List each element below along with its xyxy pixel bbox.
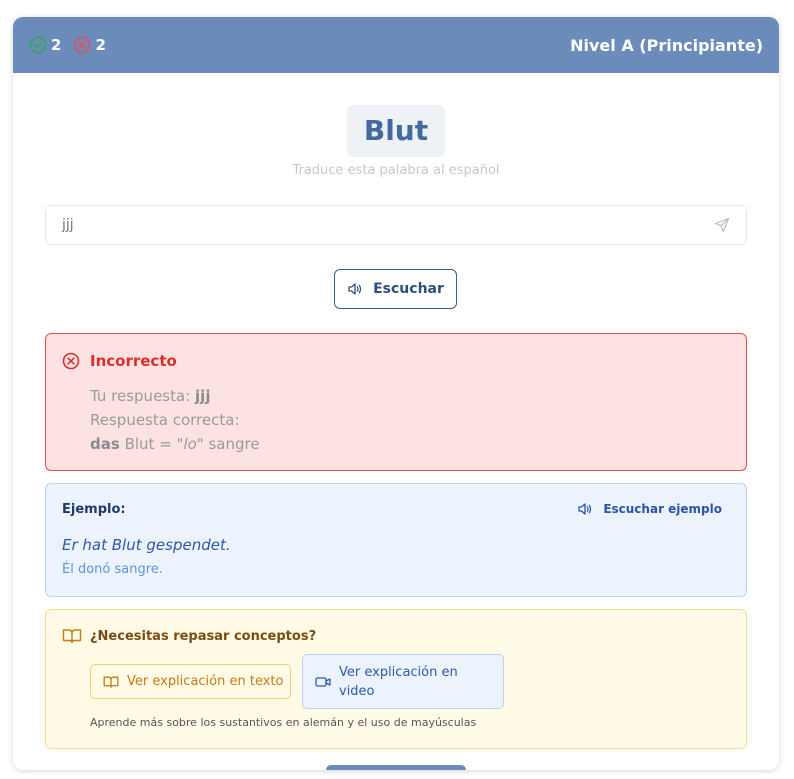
x-circle-icon bbox=[73, 36, 91, 54]
correct-count: 2 bbox=[51, 36, 62, 54]
your-answer-label: Tu respuesta: bbox=[90, 387, 191, 405]
feedback-title-text: Incorrecto bbox=[90, 352, 177, 370]
video-explanation-label: Ver explicación en video bbox=[339, 664, 458, 699]
feedback-title: Incorrecto bbox=[62, 352, 177, 370]
translation: sangre bbox=[208, 435, 260, 453]
x-circle-icon bbox=[62, 352, 80, 370]
example-translation: Él donó sangre. bbox=[62, 562, 163, 577]
speaker-icon bbox=[347, 282, 363, 296]
next-button[interactable] bbox=[326, 765, 466, 770]
level-label: Nivel A (Principiante) bbox=[570, 35, 763, 55]
review-title-text: ¿Necesitas repasar conceptos? bbox=[90, 628, 317, 644]
example-label: Ejemplo: bbox=[62, 502, 126, 517]
target-word: Blut bbox=[346, 105, 446, 157]
answer-value[interactable]: jjj bbox=[62, 217, 714, 233]
exercise-card: 2 2 Nivel A (Principiante) Blut Traduce … bbox=[13, 17, 779, 770]
your-answer-line: Tu respuesta: jjj bbox=[90, 384, 260, 408]
gender-hint: "lo" bbox=[176, 435, 204, 453]
text-explanation-label: Ver explicación en texto bbox=[127, 674, 284, 689]
example-panel: Ejemplo: Escuchar ejemplo Er hat Blut ge… bbox=[45, 483, 747, 597]
listen-example-button[interactable]: Escuchar ejemplo bbox=[577, 502, 722, 516]
feedback-panel: Incorrecto Tu respuesta: jjj Respuesta c… bbox=[45, 333, 747, 471]
book-icon bbox=[62, 628, 82, 644]
example-sentence: Er hat Blut gespendet. bbox=[62, 536, 231, 554]
correct-answer-label: Respuesta correcta: bbox=[90, 411, 240, 429]
video-icon bbox=[315, 676, 331, 688]
wrong-count: 2 bbox=[95, 36, 106, 54]
word-container: Blut bbox=[13, 105, 779, 157]
your-answer-value: jjj bbox=[195, 387, 211, 405]
instruction-text: Traduce esta palabra al español bbox=[292, 163, 500, 178]
noun: Blut = bbox=[124, 435, 172, 453]
listen-button[interactable]: Escuchar bbox=[334, 269, 457, 309]
article: das bbox=[90, 435, 120, 453]
card-header: 2 2 Nivel A (Principiante) bbox=[13, 17, 779, 73]
send-icon[interactable] bbox=[714, 217, 730, 233]
listen-example-label: Escuchar ejemplo bbox=[603, 502, 722, 516]
answer-field[interactable]: jjj bbox=[45, 205, 747, 245]
book-icon bbox=[103, 675, 119, 689]
review-note: Aprende más sobre los sustantivos en ale… bbox=[90, 716, 477, 729]
correct-score: 2 bbox=[29, 36, 61, 54]
feedback-body: Tu respuesta: jjj Respuesta correcta: da… bbox=[90, 384, 260, 456]
review-panel: ¿Necesitas repasar conceptos? Ver explic… bbox=[45, 609, 747, 749]
listen-button-label: Escuchar bbox=[373, 281, 444, 297]
review-title: ¿Necesitas repasar conceptos? bbox=[62, 628, 316, 644]
text-explanation-button[interactable]: Ver explicación en texto bbox=[90, 664, 291, 699]
check-circle-icon bbox=[29, 36, 47, 54]
video-explanation-button[interactable]: Ver explicación en video bbox=[302, 654, 504, 709]
score-counter: 2 2 bbox=[29, 36, 106, 54]
speaker-icon bbox=[577, 502, 593, 516]
wrong-score: 2 bbox=[73, 36, 106, 54]
correct-answer-line: das Blut = "lo" sangre bbox=[90, 432, 260, 456]
